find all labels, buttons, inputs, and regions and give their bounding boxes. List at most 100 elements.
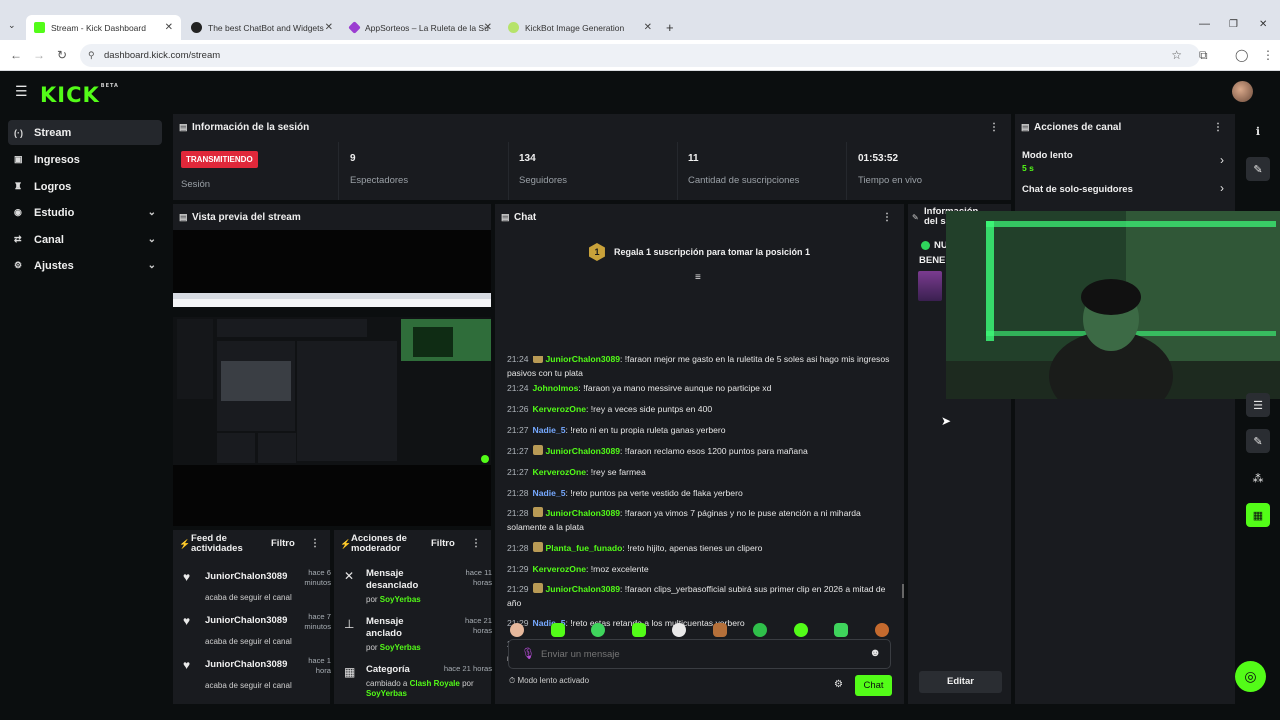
more-options-icon[interactable]: ⋮: [882, 212, 892, 223]
reload-icon[interactable]: ↻: [57, 48, 67, 62]
category-thumbnail[interactable]: [918, 271, 942, 301]
chat-tools-icon[interactable]: ☰: [1246, 393, 1270, 417]
chevron-down-icon[interactable]: ⌄: [148, 207, 156, 218]
chat-scrollbar[interactable]: [902, 584, 904, 598]
hamburger-menu-icon[interactable]: ☰: [15, 83, 28, 100]
chat-message-input[interactable]: 🎙 ☻: [508, 639, 891, 669]
tab-list-dropdown-icon[interactable]: ⌄: [8, 20, 16, 31]
chat-username[interactable]: Nadie_5: [533, 488, 566, 498]
new-tab-icon[interactable]: +: [666, 20, 674, 35]
emote-icon[interactable]: [632, 623, 646, 637]
sidebar-item-logros[interactable]: ♜ Logros: [8, 174, 162, 199]
emote-icon[interactable]: [510, 623, 524, 637]
revenue-icon: ▣: [14, 154, 23, 164]
feed-username[interactable]: JuniorChalon3089: [205, 659, 287, 670]
browser-menu-icon[interactable]: ⋮: [1262, 48, 1274, 62]
filter-button[interactable]: Filtro: [431, 538, 455, 549]
chat-username[interactable]: KerverozOne: [533, 564, 587, 574]
chevron-right-icon: ›: [1220, 153, 1224, 167]
more-options-icon[interactable]: ⋮: [471, 538, 481, 549]
sidebar-item-stream[interactable]: (·) Stream: [8, 120, 162, 145]
chat-username[interactable]: KerverozOne: [533, 404, 587, 414]
chat-username[interactable]: Planta_fue_funado: [546, 543, 623, 553]
browser-tab[interactable]: AppSorteos – La Ruleta de la Su ✕: [342, 15, 500, 40]
share-icon[interactable]: ⁂: [1246, 466, 1270, 490]
chat-username[interactable]: Nadie_5: [533, 425, 566, 435]
stream-preview-video[interactable]: [173, 230, 491, 526]
emote-icon[interactable]: [672, 623, 686, 637]
slow-mode-row[interactable]: Modo lento 5 s ›: [1022, 150, 1228, 176]
emote-icon[interactable]: [753, 623, 767, 637]
filter-button[interactable]: Filtro: [271, 538, 295, 549]
chat-username[interactable]: JuniorChalon3089: [546, 584, 621, 594]
close-window-icon[interactable]: ✕: [1259, 19, 1267, 30]
chat-timestamp: 21:27: [507, 446, 529, 456]
emote-icon[interactable]: [794, 623, 808, 637]
clapperboard-icon[interactable]: ▦: [1246, 503, 1270, 527]
emote-icon[interactable]: [834, 623, 848, 637]
more-options-icon[interactable]: ⋮: [1213, 122, 1223, 133]
browser-tab-active[interactable]: Stream - Kick Dashboard ✕: [26, 15, 181, 40]
chat-username[interactable]: Johnolmos: [533, 383, 579, 393]
sidebar-item-estudio[interactable]: ◉ Estudio ⌄: [8, 200, 162, 225]
profile-icon[interactable]: ◯: [1235, 48, 1248, 62]
feed-username[interactable]: JuniorChalon3089: [205, 615, 287, 626]
actor-link[interactable]: SoyYerbas: [380, 643, 421, 652]
actor-link[interactable]: SoyYerbas: [380, 595, 421, 604]
chat-username[interactable]: JuniorChalon3089: [546, 356, 621, 364]
edit-stream-info-button[interactable]: Editar: [919, 671, 1002, 693]
chat-username[interactable]: KerverozOne: [533, 467, 587, 477]
emote-icon[interactable]: [591, 623, 605, 637]
bookmark-star-icon[interactable]: ☆: [1171, 44, 1182, 67]
browser-tab[interactable]: The best ChatBot and Widgets ✕: [183, 15, 341, 40]
chevron-down-icon[interactable]: ⌄: [148, 234, 156, 245]
emote-icon[interactable]: [875, 623, 889, 637]
chat-text: !moz excelente: [590, 564, 649, 574]
close-tab-icon[interactable]: ✕: [325, 22, 333, 33]
url-field[interactable]: ⚲ dashboard.kick.com/stream ☆: [80, 44, 1200, 67]
microphone-icon[interactable]: 🎙: [521, 647, 535, 660]
close-tab-icon[interactable]: ✕: [644, 22, 652, 33]
chat-username[interactable]: JuniorChalon3089: [546, 446, 621, 456]
studio-icon: ◉: [14, 207, 22, 217]
chat-message: 21:24 JuniorChalon3089: !faraon mejor me …: [507, 356, 891, 380]
emote-icon[interactable]: [551, 623, 565, 637]
restore-window-icon[interactable]: ❐: [1229, 19, 1238, 30]
category-link[interactable]: Clash Royale: [410, 679, 460, 688]
close-tab-icon[interactable]: ✕: [165, 22, 173, 33]
pinned-toggle-icon[interactable]: ≡: [695, 272, 701, 283]
support-chat-button[interactable]: ◎: [1235, 661, 1266, 692]
sidebar-item-canal[interactable]: ⇄ Canal ⌄: [8, 227, 162, 252]
actor-link[interactable]: SoyYerbas: [366, 689, 407, 698]
emote-icon[interactable]: [713, 623, 727, 637]
sidebar-item-label: Ingresos: [34, 153, 80, 166]
more-options-icon[interactable]: ⋮: [989, 122, 999, 133]
sidebar-item-ingresos[interactable]: ▣ Ingresos: [8, 147, 162, 172]
mod-action-byline: por SoyYerbas: [366, 595, 421, 604]
chat-send-button[interactable]: Chat: [855, 675, 892, 696]
followers-only-row[interactable]: Chat de solo-seguidores ›: [1022, 181, 1228, 202]
emoji-picker-icon[interactable]: ☻: [869, 647, 881, 659]
close-tab-icon[interactable]: ✕: [484, 22, 492, 33]
back-icon[interactable]: ←: [10, 48, 22, 62]
chat-input-field[interactable]: [541, 646, 861, 663]
wrench-icon[interactable]: ✎: [1246, 429, 1270, 453]
panel-title: Acciones de canal: [1034, 122, 1122, 133]
minimize-window-icon[interactable]: —: [1199, 18, 1210, 30]
edit-icon[interactable]: ✎: [1246, 157, 1270, 181]
forward-icon[interactable]: →: [33, 48, 45, 62]
browser-tab[interactable]: KickBot Image Generation ✕: [500, 15, 660, 40]
site-info-icon[interactable]: ⚲: [88, 44, 95, 67]
chat-settings-icon[interactable]: ⚙: [834, 679, 843, 690]
chevron-down-icon[interactable]: ⌄: [148, 260, 156, 271]
sidebar-item-ajustes[interactable]: ⚙ Ajustes ⌄: [8, 253, 162, 278]
more-options-icon[interactable]: ⋮: [310, 538, 320, 549]
info-icon[interactable]: ℹ: [1246, 119, 1270, 143]
user-avatar[interactable]: [1232, 81, 1253, 102]
gift-leaderboard-banner[interactable]: 1 Regala 1 suscripción para tomar la pos…: [495, 234, 904, 270]
chat-username[interactable]: JuniorChalon3089: [546, 508, 621, 518]
extensions-icon[interactable]: ⧉: [1199, 48, 1208, 63]
feed-username[interactable]: JuniorChalon3089: [205, 571, 287, 582]
chatbot-favicon-icon: [191, 22, 202, 33]
kick-logo[interactable]: KICKBETA: [40, 83, 119, 107]
